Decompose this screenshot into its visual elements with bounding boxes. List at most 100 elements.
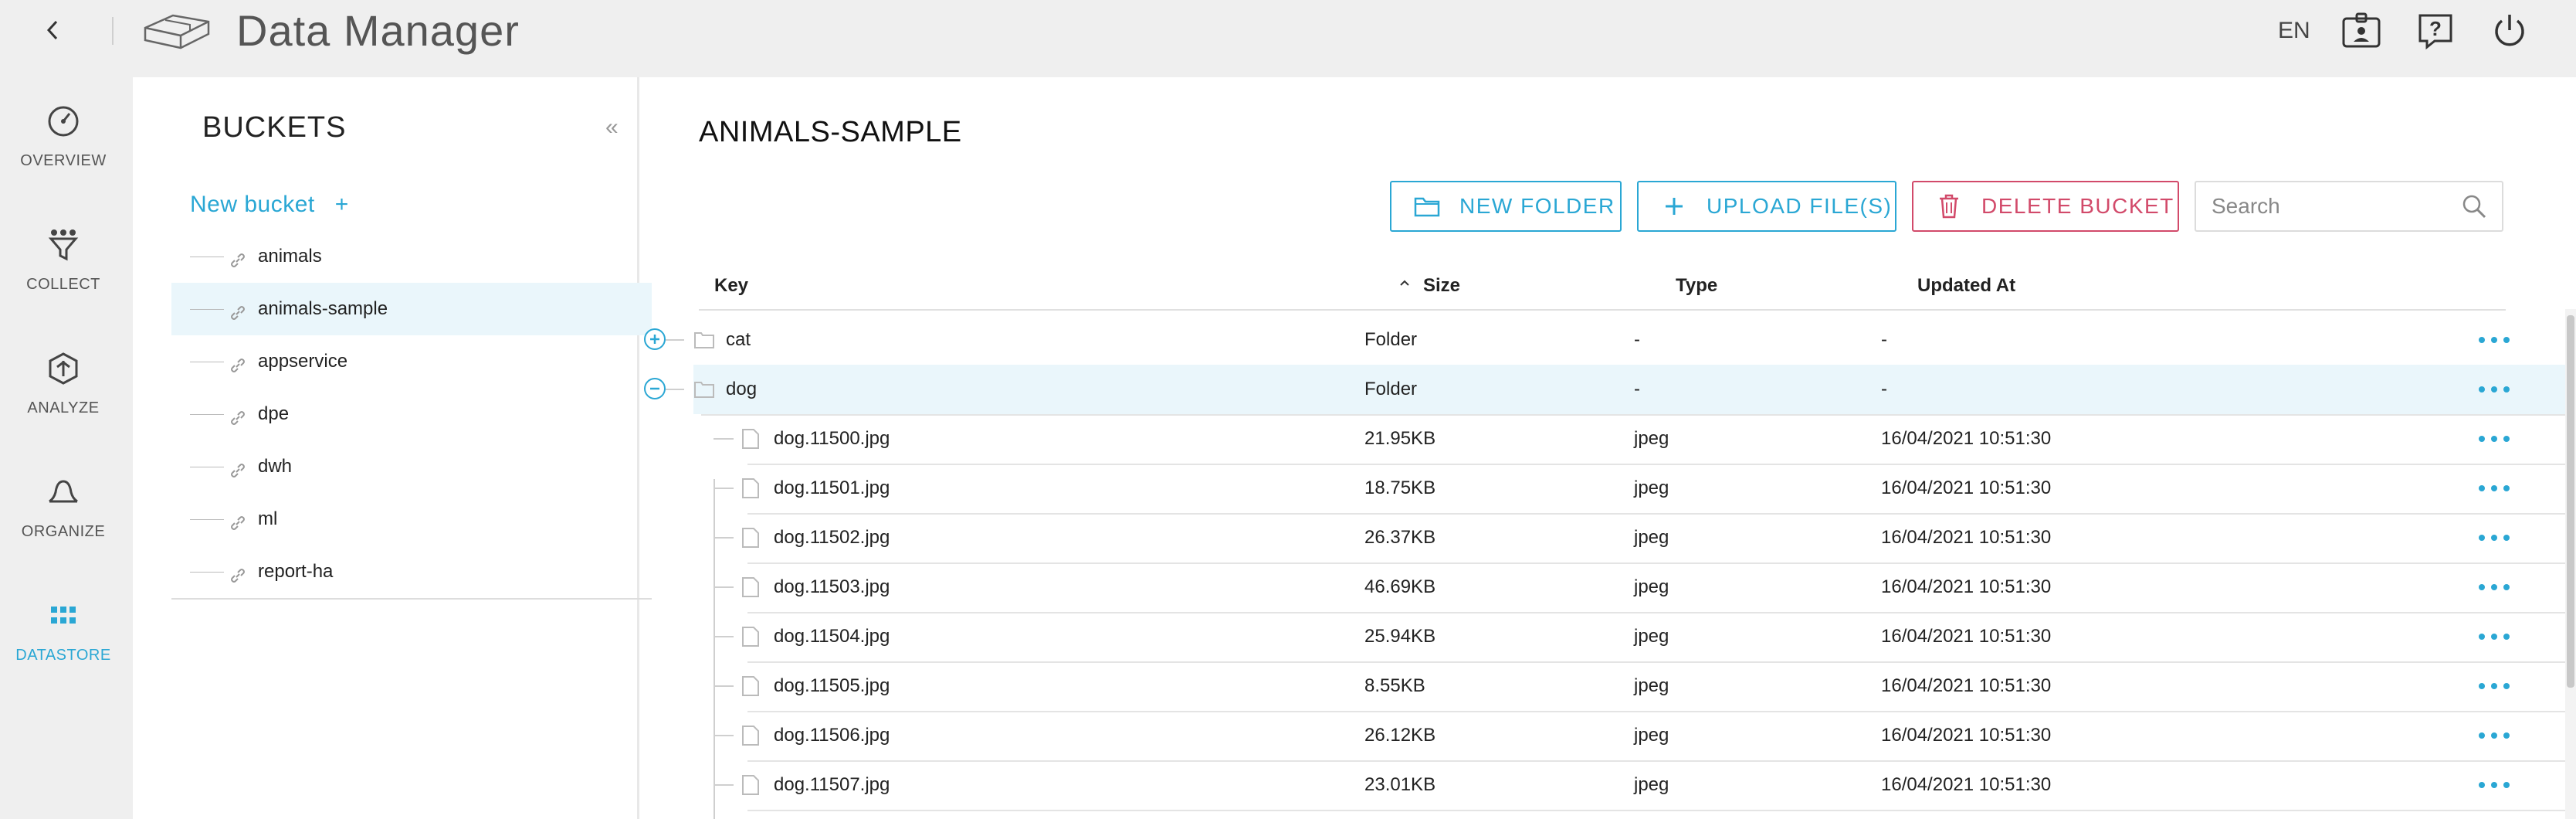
collapse-pane-button[interactable]: « <box>605 114 619 141</box>
row-actions-button[interactable] <box>2479 578 2510 596</box>
row-actions-button[interactable] <box>2479 776 2510 794</box>
column-header-updated[interactable]: Updated At <box>1917 270 2015 301</box>
id-badge-icon[interactable] <box>2340 9 2383 53</box>
row-key: dog.11504.jpg <box>774 626 890 647</box>
row-size: Folder <box>1364 379 1418 399</box>
column-header-size[interactable]: Size <box>1423 270 1460 301</box>
folder-icon <box>694 332 714 348</box>
row-size: 46.69KB <box>1364 576 1436 597</box>
row-type: jpeg <box>1634 725 1669 746</box>
row-type: jpeg <box>1634 774 1669 795</box>
sort-ascending-icon[interactable] <box>1397 275 1412 291</box>
row-actions-button[interactable] <box>2479 380 2510 399</box>
tree-line <box>713 784 734 786</box>
search-field[interactable] <box>2195 181 2503 232</box>
new-folder-button[interactable]: NEW FOLDER <box>1390 181 1622 232</box>
file-icon <box>742 676 759 696</box>
table-row[interactable]: dog.11500.jpg 21.95KB jpeg 16/04/2021 10… <box>693 414 2570 464</box>
grid-icon <box>43 596 83 634</box>
gauge-icon <box>43 102 83 140</box>
row-actions-button[interactable] <box>2479 726 2510 745</box>
nav-label: DATASTORE <box>15 647 111 664</box>
row-size: 26.12KB <box>1364 725 1436 746</box>
bucket-item-appservice[interactable]: appservice <box>171 335 652 388</box>
table-row[interactable]: dog.11504.jpg 25.94KB jpeg 16/04/2021 10… <box>693 612 2570 661</box>
nav-label: OVERVIEW <box>20 152 107 169</box>
table-row[interactable]: dog.11505.jpg 8.55KB jpeg 16/04/2021 10:… <box>693 661 2570 711</box>
file-icon <box>742 577 759 597</box>
chevron-left-icon <box>46 20 58 40</box>
row-size: 8.55KB <box>1364 675 1425 696</box>
table-row[interactable]: dog.11503.jpg 46.69KB jpeg 16/04/2021 10… <box>693 562 2570 612</box>
column-header-type[interactable]: Type <box>1676 270 1717 301</box>
bucket-item-report-ha[interactable]: report-ha <box>171 545 652 598</box>
nav-item-organize[interactable]: ORGANIZE <box>0 448 127 541</box>
row-actions-button[interactable] <box>2479 677 2510 695</box>
expand-icon[interactable] <box>644 328 666 350</box>
bucket-name: animals-sample <box>258 298 388 319</box>
table-row[interactable]: dog.11501.jpg 18.75KB jpeg 16/04/2021 10… <box>693 464 2570 513</box>
search-icon[interactable] <box>2459 191 2490 222</box>
row-size: Folder <box>1364 329 1418 350</box>
row-actions-button[interactable] <box>2479 430 2510 448</box>
search-input[interactable] <box>2212 194 2459 219</box>
row-type: jpeg <box>1634 626 1669 647</box>
tree-line <box>713 735 734 736</box>
analyze-icon <box>43 349 83 387</box>
tree-line <box>190 413 224 415</box>
back-button[interactable] <box>34 11 73 49</box>
new-folder-label: NEW FOLDER <box>1459 194 1615 218</box>
top-divider <box>112 17 114 45</box>
row-updated: 16/04/2021 10:51:30 <box>1881 428 2052 449</box>
row-actions-button[interactable] <box>2479 627 2510 646</box>
tree-line <box>190 518 224 520</box>
divider <box>171 598 652 600</box>
bucket-item-ml[interactable]: ml <box>171 493 652 545</box>
column-header-key[interactable]: Key <box>714 270 748 301</box>
language-switch[interactable]: EN <box>2278 15 2310 46</box>
nav-item-datastore[interactable]: DATASTORE <box>0 572 127 664</box>
bucket-item-dpe[interactable]: dpe <box>171 388 652 440</box>
tree-line <box>666 389 684 390</box>
row-divider <box>747 810 2570 811</box>
table-row[interactable]: dog.11507.jpg 23.01KB jpeg 16/04/2021 10… <box>693 760 2570 810</box>
plus-icon <box>1660 192 1688 220</box>
new-bucket-button[interactable]: New bucket + <box>190 192 349 218</box>
row-updated: - <box>1881 379 1887 399</box>
table-row-folder-dog[interactable]: dog Folder - - <box>644 365 2570 414</box>
row-key: cat <box>726 329 751 350</box>
nav-item-overview[interactable]: OVERVIEW <box>0 77 127 170</box>
table-row-folder-cat[interactable]: cat Folder - - <box>644 315 2570 365</box>
nav-item-collect[interactable]: COLLECT <box>0 201 127 294</box>
tree-line <box>713 537 734 539</box>
nav-item-analyze[interactable]: ANALYZE <box>0 325 127 417</box>
collapse-icon[interactable] <box>644 378 666 399</box>
upload-files-button[interactable]: UPLOAD FILE(S) <box>1637 181 1896 232</box>
storage-boxes-icon <box>142 5 213 54</box>
row-actions-button[interactable] <box>2479 528 2510 547</box>
row-updated: 16/04/2021 10:51:30 <box>1881 626 2052 647</box>
bucket-content: ANIMALS-SAMPLE NEW FOLDER UPLOAD FILE(S)… <box>639 77 2576 819</box>
help-icon[interactable]: ? <box>2414 9 2457 53</box>
bucket-item-animals-sample[interactable]: animals-sample <box>171 283 652 335</box>
tree-line <box>666 339 684 341</box>
folder-icon <box>1413 192 1441 220</box>
bucket-item-animals[interactable]: animals <box>171 230 652 283</box>
row-actions-button[interactable] <box>2479 331 2510 349</box>
row-key: dog.11507.jpg <box>774 774 890 795</box>
scrollbar-thumb[interactable] <box>2567 315 2574 688</box>
table-row[interactable]: dog.11502.jpg 26.37KB jpeg 16/04/2021 10… <box>693 513 2570 562</box>
delete-bucket-button[interactable]: DELETE BUCKET <box>1912 181 2179 232</box>
row-actions-button[interactable] <box>2479 479 2510 498</box>
trash-icon <box>1935 192 1963 220</box>
file-icon <box>742 726 759 746</box>
row-type: - <box>1634 379 1640 399</box>
bucket-item-dwh[interactable]: dwh <box>171 440 652 493</box>
row-updated: 16/04/2021 10:51:30 <box>1881 576 2052 597</box>
tree-line <box>713 488 734 489</box>
power-icon[interactable] <box>2488 9 2531 53</box>
funnel-icon <box>43 226 83 263</box>
tree-line <box>713 586 734 588</box>
link-icon <box>231 464 245 477</box>
table-row[interactable]: dog.11506.jpg 26.12KB jpeg 16/04/2021 10… <box>693 711 2570 760</box>
